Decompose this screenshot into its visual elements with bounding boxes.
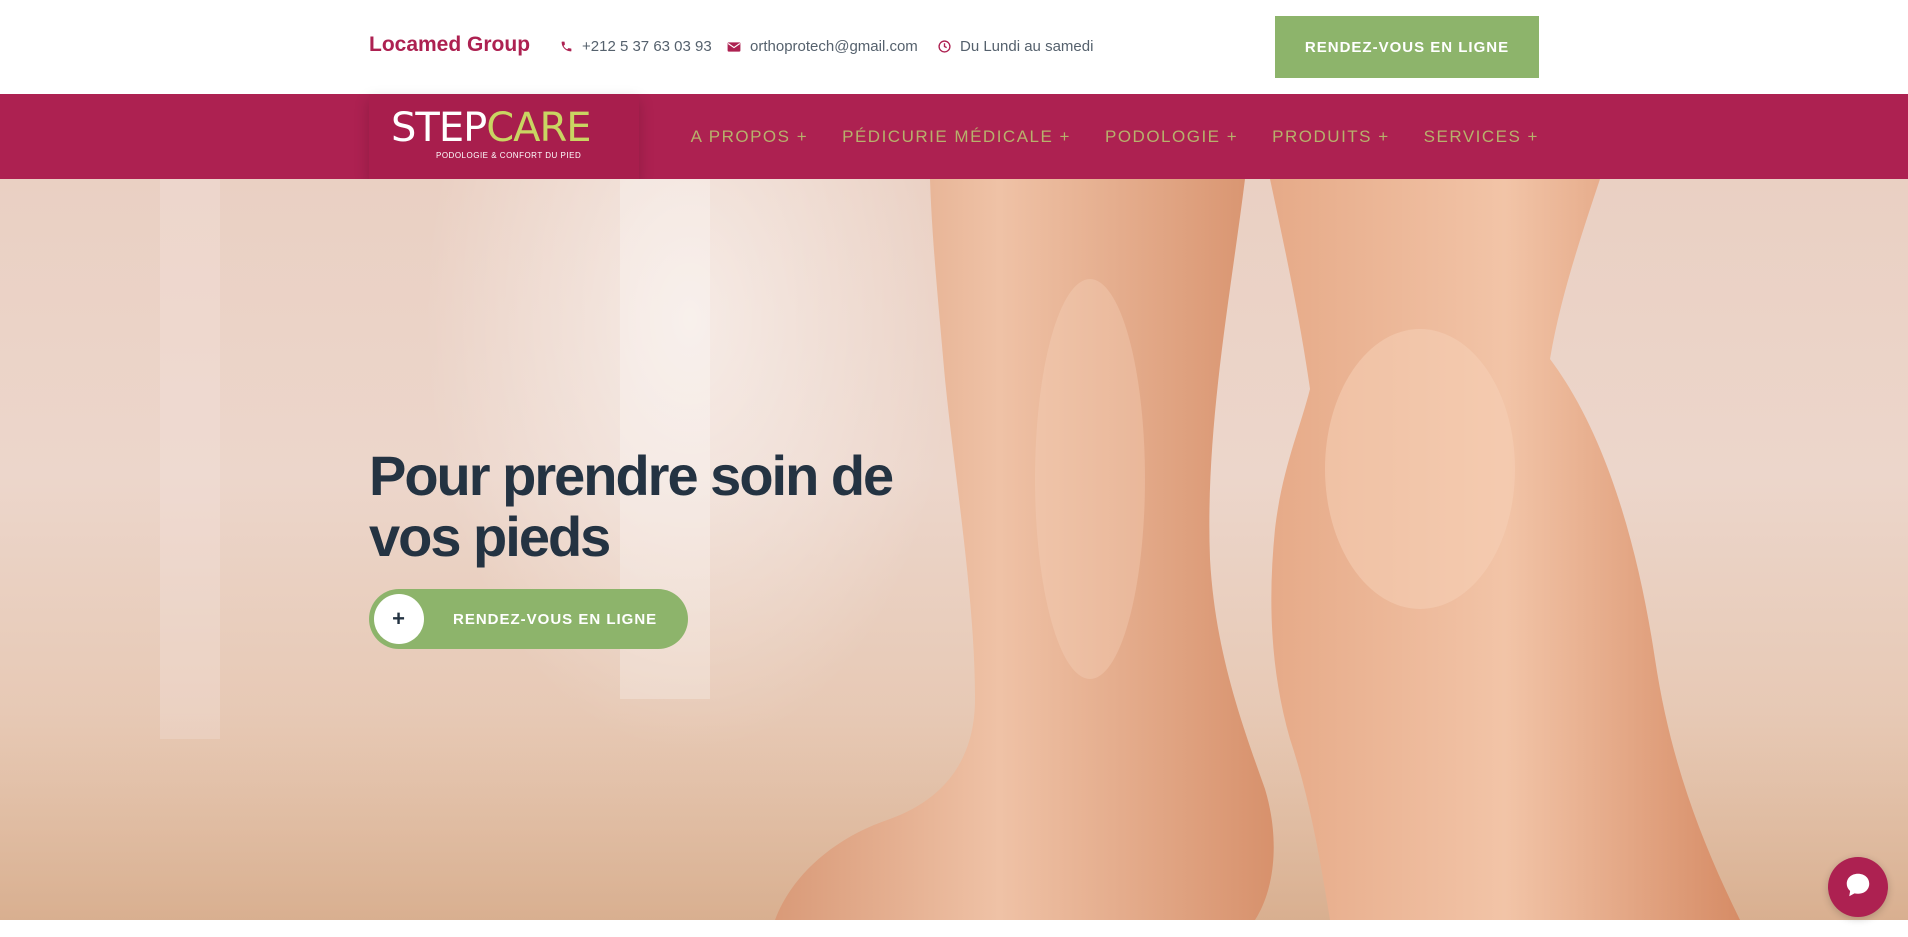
brand-name[interactable]: Locamed Group xyxy=(369,33,530,57)
hero-title: Pour prendre soin de vos pieds xyxy=(369,444,894,568)
nav-item-a-propos[interactable]: A PROPOS + xyxy=(691,127,809,147)
nav-item-pedicurie-medicale[interactable]: PÉDICURIE MÉDICALE + xyxy=(842,127,1071,147)
hero-banner: Pour prendre soin de vos pieds + RENDEZ-… xyxy=(0,179,1908,920)
nav-item-services[interactable]: SERVICES + xyxy=(1424,127,1539,147)
email-address: orthoprotech@gmail.com xyxy=(750,38,918,55)
logo-care-text: CARE xyxy=(486,105,591,151)
hero-button-label: RENDEZ-VOUS EN LIGNE xyxy=(453,610,658,628)
page-bottom-strip xyxy=(0,920,1908,937)
hero-appointment-button[interactable]: + RENDEZ-VOUS EN LIGNE xyxy=(369,589,688,649)
phone-number: +212 5 37 63 03 93 xyxy=(582,38,712,55)
phone-icon xyxy=(559,40,573,54)
logo-step-text: STEP xyxy=(391,105,487,151)
contact-phone[interactable]: +212 5 37 63 03 93 xyxy=(559,38,712,55)
site-logo[interactable]: STEPCARE PODOLOGIE & CONFORT DU PIED xyxy=(369,94,639,179)
main-navbar: STEPCARE PODOLOGIE & CONFORT DU PIED A P… xyxy=(0,94,1908,179)
primary-menu: A PROPOS + PÉDICURIE MÉDICALE + PODOLOGI… xyxy=(691,94,1539,179)
envelope-icon xyxy=(727,40,741,54)
logo-tagline: PODOLOGIE & CONFORT DU PIED xyxy=(436,151,582,160)
nav-item-produits[interactable]: PRODUITS + xyxy=(1272,127,1390,147)
top-bar: Locamed Group +212 5 37 63 03 93 orthopr… xyxy=(0,0,1908,94)
chat-widget-button[interactable] xyxy=(1828,857,1888,917)
chat-bubble-icon xyxy=(1843,870,1873,905)
nav-item-podologie[interactable]: PODOLOGIE + xyxy=(1105,127,1238,147)
plus-icon: + xyxy=(374,594,424,644)
opening-hours: Du Lundi au samedi xyxy=(960,38,1094,55)
appointment-button[interactable]: RENDEZ-VOUS EN LIGNE xyxy=(1275,16,1539,78)
contact-hours: Du Lundi au samedi xyxy=(937,38,1093,55)
contact-email[interactable]: orthoprotech@gmail.com xyxy=(727,38,918,55)
logo-wordmark: STEPCARE xyxy=(391,105,592,151)
clock-icon xyxy=(937,40,951,54)
